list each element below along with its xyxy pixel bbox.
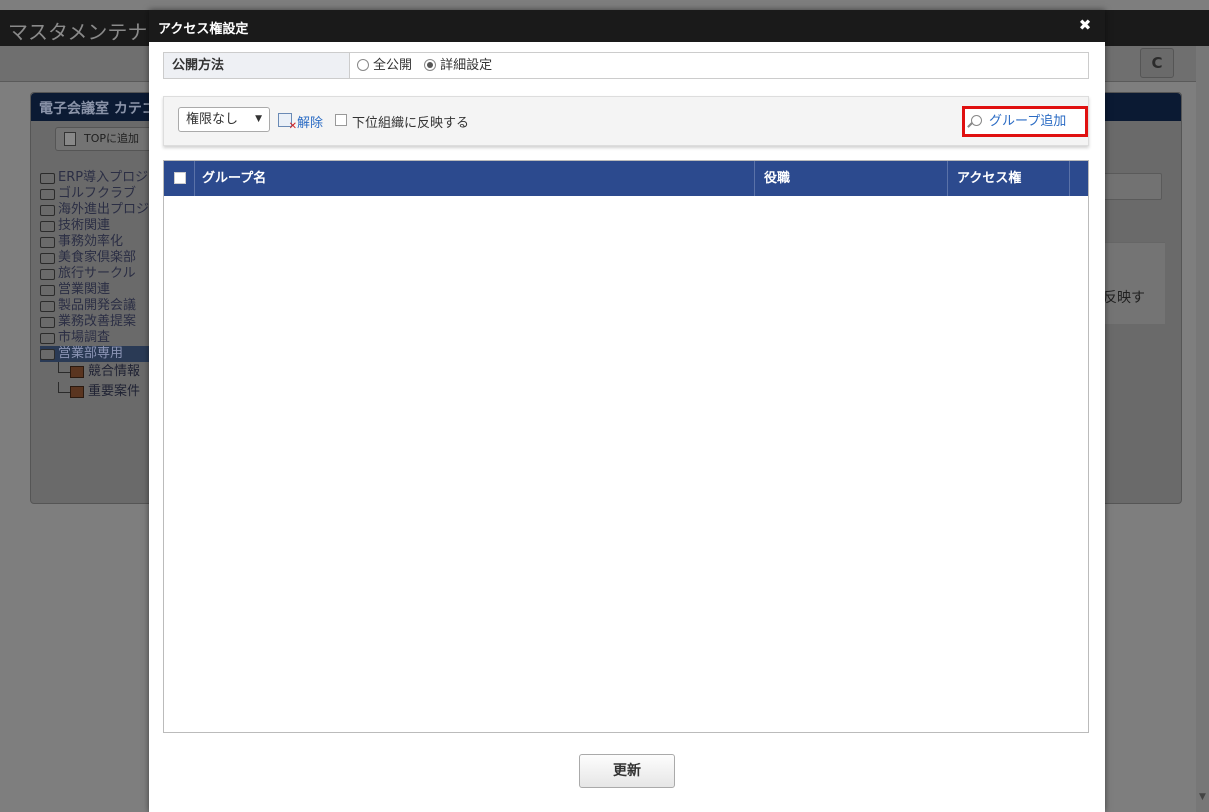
subgroup-label: 下位組織に反映する (352, 116, 470, 131)
access-toolbar: 権限なし ▼ 解除 下位組織に反映する グループ追加 (163, 96, 1089, 146)
page-scrollbar[interactable] (1196, 46, 1209, 812)
tree-item-selected[interactable]: 営業部専用 (40, 346, 155, 362)
folder-icon (40, 253, 55, 264)
group-add-button[interactable]: グループ追加 (962, 106, 1088, 137)
column-divider (194, 161, 195, 196)
column-header-access[interactable]: アクセス権 (957, 161, 1021, 196)
dialog-header: アクセス権設定 ✖ (149, 10, 1105, 42)
access-table: グループ名 役職 アクセス権 (163, 160, 1089, 733)
column-divider (754, 161, 755, 196)
clear-icon[interactable] (278, 113, 297, 132)
tree-item[interactable]: 製品開発会議 (40, 298, 155, 314)
radio-detailed[interactable]: 詳細設定 (424, 58, 492, 73)
folder-icon (40, 285, 55, 296)
search-icon (971, 115, 982, 126)
clear-link[interactable]: 解除 (297, 112, 323, 131)
publish-method-options: 全公開 詳細設定 (357, 53, 500, 78)
close-icon[interactable]: ✖ (1075, 15, 1095, 35)
background-reflect-text: 反映す (1103, 290, 1145, 306)
column-header-role[interactable]: 役職 (764, 161, 790, 196)
folder-icon (40, 349, 55, 360)
column-divider (947, 161, 948, 196)
background-input[interactable] (1095, 173, 1162, 200)
tree-item[interactable]: 営業関連 (40, 282, 155, 298)
tree-item[interactable]: ゴルフクラブ (40, 186, 155, 202)
dialog-title: アクセス権設定 (158, 22, 249, 37)
folder-icon (40, 221, 55, 232)
update-button[interactable]: 更新 (579, 754, 675, 788)
tree-item[interactable]: 市場調査 (40, 330, 155, 346)
table-header: グループ名 役職 アクセス権 (164, 161, 1088, 196)
folder-icon (40, 269, 55, 280)
tree-item[interactable]: 美食家倶楽部 (40, 250, 155, 266)
folder-icon (40, 237, 55, 248)
folder-icon (40, 301, 55, 312)
tree-item[interactable]: 海外進出プロジェクト (40, 202, 188, 218)
tree-item[interactable]: 技術関連 (40, 218, 155, 234)
access-rights-dialog: アクセス権設定 ✖ 公開方法 全公開 詳細設定 権限なし ▼ 解除 下位組織に反… (149, 10, 1105, 812)
tree-item[interactable]: 事務効率化 (40, 234, 155, 250)
tree-sub-item[interactable]: 重要案件 (40, 382, 155, 402)
board-icon (70, 386, 84, 398)
scroll-down-arrow-icon[interactable]: ▼ (1199, 792, 1207, 804)
tree-item[interactable]: 旅行サークル (40, 266, 155, 282)
background-row (1095, 242, 1165, 278)
tree-sub-item[interactable]: 競合情報 (40, 362, 155, 382)
permission-select[interactable]: 権限なし ▼ (178, 107, 270, 132)
tree-item[interactable]: 業務改善提案 (40, 314, 155, 330)
folder-icon (40, 333, 55, 344)
folder-icon (40, 317, 55, 328)
column-header-group-name[interactable]: グループ名 (202, 161, 266, 196)
publish-method-row: 公開方法 全公開 詳細設定 (163, 52, 1089, 79)
document-add-icon (64, 132, 76, 146)
publish-method-label: 公開方法 (164, 53, 350, 78)
category-tree: ERP導入プロジェクト ゴルフクラブ 海外進出プロジェクト 技術関連 事務効率化… (40, 170, 188, 402)
folder-icon (40, 205, 55, 216)
tree-item[interactable]: ERP導入プロジェクト (40, 170, 187, 186)
column-divider (1069, 161, 1070, 196)
radio-checked-icon[interactable] (424, 59, 437, 71)
subgroup-checkbox[interactable] (335, 114, 347, 126)
select-all-checkbox[interactable] (174, 172, 186, 184)
add-to-top-label: TOPに追加 (84, 132, 140, 145)
folder-icon (40, 189, 55, 200)
board-icon (70, 366, 84, 378)
radio-unchecked-icon[interactable] (357, 59, 369, 71)
refresh-icon[interactable]: C (1140, 48, 1174, 78)
radio-public-all[interactable]: 全公開 (357, 58, 412, 73)
dropdown-arrow-icon: ▼ (255, 114, 262, 124)
folder-icon (40, 173, 55, 184)
